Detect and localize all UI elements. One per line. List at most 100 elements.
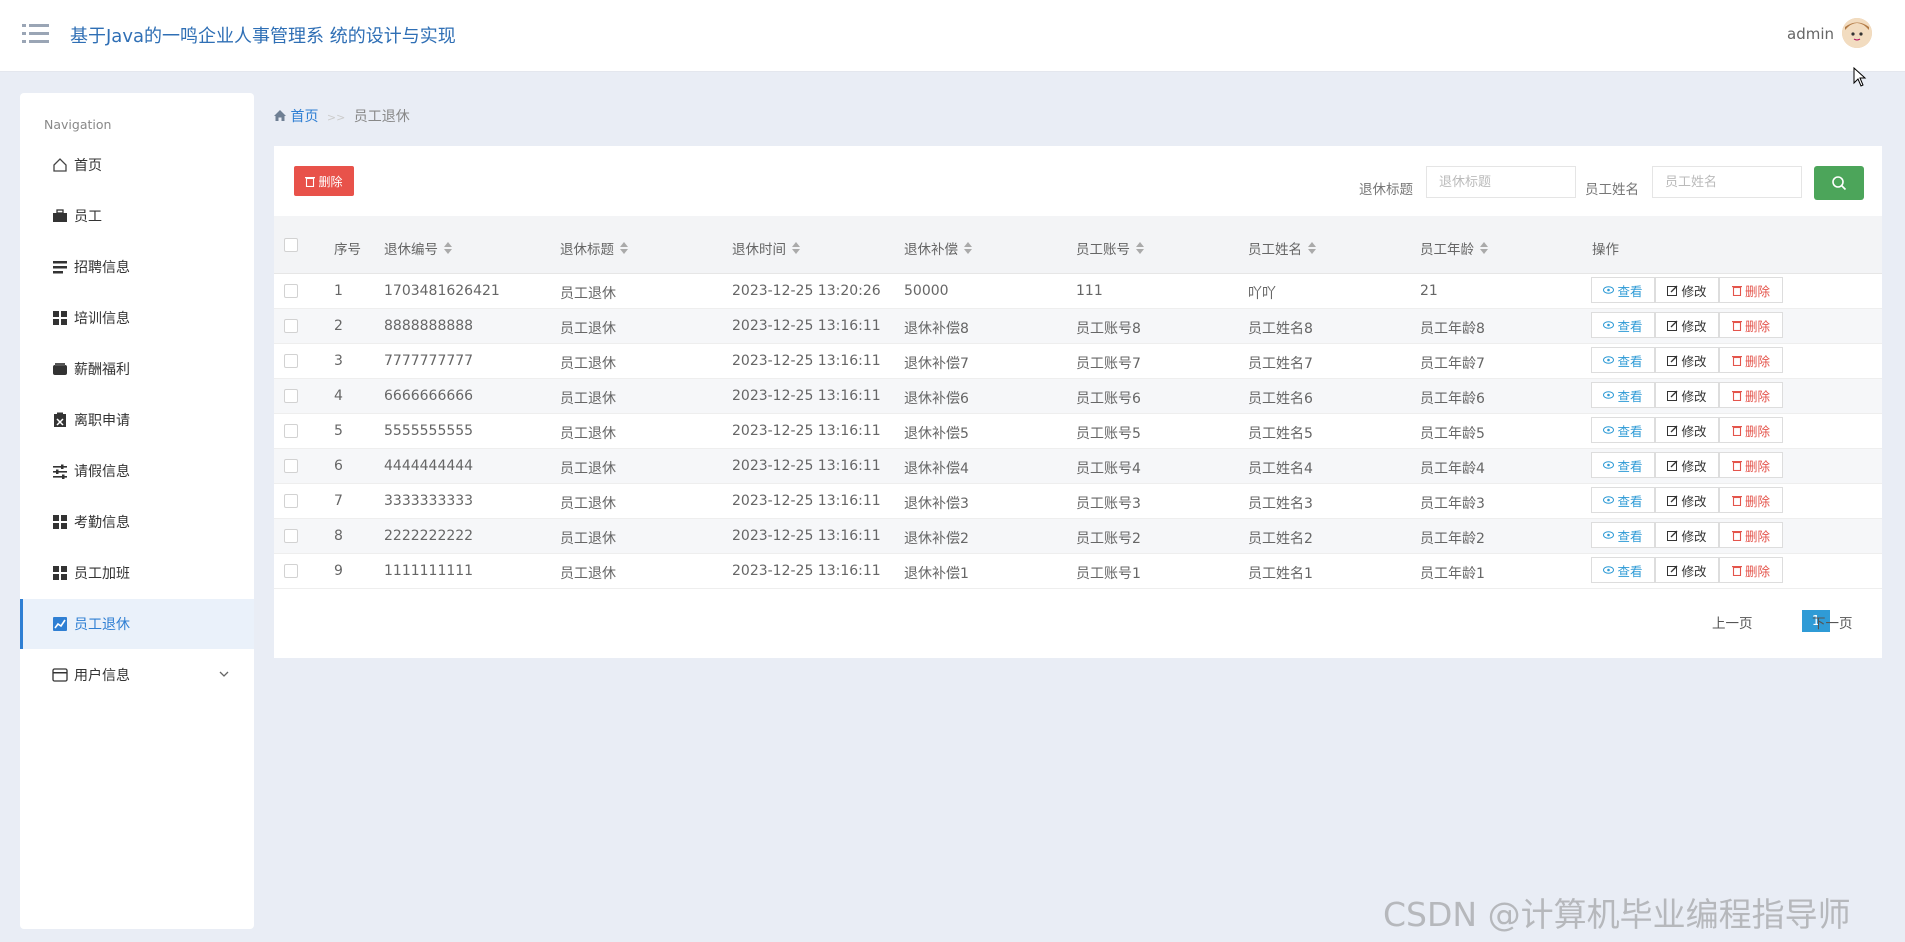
table-row: 6 4444444444 员工退休 2023-12-25 13:16:11 退休补偿4 员… xyxy=(274,449,1882,484)
cell-retirement-time: 2023-12-25 13:16:11 xyxy=(732,353,881,369)
delete-button[interactable]: 删除 xyxy=(1719,312,1783,338)
sidebar-item-label: 薪酬福利 xyxy=(74,362,130,378)
sort-icon[interactable] xyxy=(964,242,972,254)
col-header-retirement-id[interactable]: 退休编号 xyxy=(384,238,452,258)
row-checkbox[interactable] xyxy=(284,459,298,473)
cell-index: 2 xyxy=(334,318,343,334)
sidebar-item-overtime[interactable]: 员工加班 xyxy=(20,548,254,598)
sidebar-item-retirement[interactable]: 员工退休 xyxy=(20,599,254,649)
col-header-name[interactable]: 员工姓名 xyxy=(1248,238,1316,258)
sort-icon[interactable] xyxy=(1308,242,1316,254)
edit-button[interactable]: 修改 xyxy=(1655,557,1719,583)
edit-button[interactable]: 修改 xyxy=(1655,487,1719,513)
edit-icon xyxy=(1667,285,1678,296)
view-label: 查看 xyxy=(1617,563,1643,579)
briefcase-icon xyxy=(53,209,67,222)
view-button[interactable]: 查看 xyxy=(1591,382,1655,408)
sidebar-item-employee[interactable]: 员工 xyxy=(20,191,254,241)
table-row: 1 1703481626421 员工退休 2023-12-25 13:20:26 500… xyxy=(274,274,1882,309)
sort-icon[interactable] xyxy=(1480,242,1488,254)
bulk-delete-button[interactable]: 删除 xyxy=(294,166,354,196)
col-header-account[interactable]: 员工账号 xyxy=(1076,238,1144,258)
cell-retirement-id: 1111111111 xyxy=(384,563,474,579)
user-name[interactable]: admin xyxy=(1787,25,1834,43)
cell-account: 员工账号4 xyxy=(1076,461,1141,477)
col-header-actions: 操作 xyxy=(1592,242,1619,258)
view-button[interactable]: 查看 xyxy=(1591,417,1655,443)
cell-retirement-title: 员工退休 xyxy=(560,426,616,442)
sidebar-item-leave[interactable]: 请假信息 xyxy=(20,446,254,496)
cell-retirement-id: 6666666666 xyxy=(384,388,474,404)
view-button[interactable]: 查看 xyxy=(1591,487,1655,513)
col-header-age[interactable]: 员工年龄 xyxy=(1420,238,1488,258)
search-button[interactable] xyxy=(1814,166,1864,200)
edit-button[interactable]: 修改 xyxy=(1655,382,1719,408)
edit-button[interactable]: 修改 xyxy=(1655,452,1719,478)
view-button[interactable]: 查看 xyxy=(1591,452,1655,478)
view-button[interactable]: 查看 xyxy=(1591,347,1655,373)
cell-compensation: 退休补偿8 xyxy=(904,321,969,337)
wallet-icon xyxy=(53,363,67,375)
edit-button[interactable]: 修改 xyxy=(1655,522,1719,548)
view-button[interactable]: 查看 xyxy=(1591,312,1655,338)
breadcrumb-home[interactable]: 首页 xyxy=(290,109,318,125)
row-checkbox[interactable] xyxy=(284,319,298,333)
select-all-checkbox[interactable] xyxy=(284,238,298,252)
col-header-compensation[interactable]: 退休补偿 xyxy=(904,238,972,258)
cell-age: 员工年龄5 xyxy=(1420,426,1485,442)
grid-icon xyxy=(53,311,67,325)
row-checkbox[interactable] xyxy=(284,424,298,438)
row-checkbox[interactable] xyxy=(284,564,298,578)
sidebar-item-resignation[interactable]: 离职申请 xyxy=(20,395,254,445)
table-row: 3 7777777777 员工退休 2023-12-25 13:16:11 退休补偿7 员… xyxy=(274,344,1882,379)
row-checkbox[interactable] xyxy=(284,529,298,543)
view-button[interactable]: 查看 xyxy=(1591,277,1655,303)
employee-name-input[interactable] xyxy=(1652,166,1802,198)
cell-retirement-time: 2023-12-25 13:16:11 xyxy=(732,318,881,334)
col-header-retirement-title[interactable]: 退休标题 xyxy=(560,238,628,258)
edit-button[interactable]: 修改 xyxy=(1655,417,1719,443)
delete-button[interactable]: 删除 xyxy=(1719,452,1783,478)
cell-name: 员工姓名3 xyxy=(1248,496,1313,512)
delete-button[interactable]: 删除 xyxy=(1719,557,1783,583)
retirement-title-input[interactable] xyxy=(1426,166,1576,198)
prev-page-link[interactable]: 上一页 xyxy=(1712,612,1753,632)
view-button[interactable]: 查看 xyxy=(1591,557,1655,583)
eye-icon xyxy=(1603,496,1615,504)
delete-button[interactable]: 删除 xyxy=(1719,487,1783,513)
edit-icon xyxy=(1667,495,1678,506)
sidebar-item-training[interactable]: 培训信息 xyxy=(20,293,254,343)
grid-icon xyxy=(53,566,67,580)
row-checkbox[interactable] xyxy=(284,389,298,403)
col-header-retirement-time[interactable]: 退休时间 xyxy=(732,238,800,258)
cell-retirement-title: 员工退休 xyxy=(560,531,616,547)
cell-compensation: 50000 xyxy=(904,283,949,299)
edit-button[interactable]: 修改 xyxy=(1655,277,1719,303)
delete-button[interactable]: 删除 xyxy=(1719,522,1783,548)
cell-compensation: 退休补偿7 xyxy=(904,356,969,372)
next-page-link[interactable]: 下一页 xyxy=(1812,612,1853,632)
row-checkbox[interactable] xyxy=(284,494,298,508)
delete-button[interactable]: 删除 xyxy=(1719,347,1783,373)
edit-button[interactable]: 修改 xyxy=(1655,347,1719,373)
menu-icon[interactable] xyxy=(22,22,50,46)
delete-button[interactable]: 删除 xyxy=(1719,277,1783,303)
sort-icon[interactable] xyxy=(1136,242,1144,254)
sidebar-item-home[interactable]: 首页 xyxy=(20,140,254,190)
row-checkbox[interactable] xyxy=(284,354,298,368)
sidebar-item-recruitment[interactable]: 招聘信息 xyxy=(20,242,254,292)
sort-icon[interactable] xyxy=(792,242,800,254)
sort-icon[interactable] xyxy=(444,242,452,254)
avatar[interactable] xyxy=(1842,18,1872,48)
sort-icon[interactable] xyxy=(620,242,628,254)
cell-age: 员工年龄8 xyxy=(1420,321,1485,337)
delete-button[interactable]: 删除 xyxy=(1719,417,1783,443)
delete-button[interactable]: 删除 xyxy=(1719,382,1783,408)
sidebar-item-salary[interactable]: 薪酬福利 xyxy=(20,344,254,394)
edit-button[interactable]: 修改 xyxy=(1655,312,1719,338)
sidebar-item-attendance[interactable]: 考勤信息 xyxy=(20,497,254,547)
sidebar-item-user-info[interactable]: 用户信息 xyxy=(20,650,254,700)
view-button[interactable]: 查看 xyxy=(1591,522,1655,548)
row-checkbox[interactable] xyxy=(284,284,298,298)
cell-name: 员工姓名5 xyxy=(1248,426,1313,442)
